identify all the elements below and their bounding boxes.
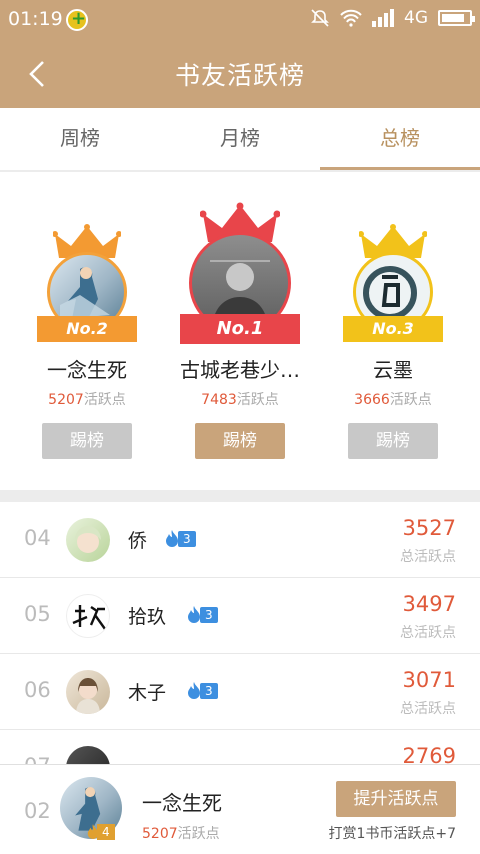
rank-number: 04 — [24, 526, 51, 550]
list-item[interactable]: 06 木子 3 3071 总活跃点 — [0, 654, 480, 730]
tab-weekly[interactable]: 周榜 — [0, 108, 160, 170]
points-label: 总活跃点 — [400, 625, 456, 641]
podium-points: 7483活跃点 — [170, 389, 310, 409]
podium-first: No.1 古城老巷少… 7483活跃点 踢榜 — [170, 202, 310, 459]
level-badge: 3 — [164, 530, 196, 548]
app-notification-icon — [66, 8, 88, 31]
points-value: 7483 — [201, 392, 237, 408]
rank-number: 05 — [24, 602, 51, 626]
list-item[interactable]: 04 侨 3 3527 总活跃点 — [0, 502, 480, 578]
kick-button[interactable]: 踢榜 — [348, 423, 438, 459]
period-tabs: 周榜 月榜 总榜 — [0, 108, 480, 170]
points-value: 5207 — [142, 826, 178, 842]
my-rank-number: 02 — [24, 799, 51, 823]
points-value: 2769 — [402, 744, 456, 764]
list-item[interactable]: 05 拾玖 3 3497 总活跃点 — [0, 578, 480, 654]
rank-ribbon: No.3 — [343, 316, 443, 342]
points-suffix: 活跃点 — [83, 392, 126, 408]
rank-ribbon: No.2 — [37, 316, 137, 342]
mute-bell-icon — [311, 9, 329, 27]
my-rank-bar: 02 4 一念生死 5207活跃点 提升活跃点 打赏1书币活跃点+7 — [0, 764, 480, 854]
level-badge: 3 — [186, 606, 218, 624]
rank-number: 07 — [24, 754, 51, 764]
top-three-podium: No.2 一念生死 5207活跃点 踢榜 No.1 古城老巷少… 7483活跃点… — [0, 172, 480, 490]
page-title: 书友活跃榜 — [174, 61, 305, 90]
boost-activity-button[interactable]: 提升活跃点 — [336, 781, 456, 817]
level-value: 3 — [200, 607, 218, 623]
status-icons: 4G — [310, 8, 475, 28]
signal-icon — [372, 9, 394, 27]
rank-number: 06 — [24, 678, 51, 702]
reward-hint: 打赏1书币活跃点+7 — [328, 826, 456, 842]
avatar[interactable] — [66, 518, 110, 562]
points-value: 3666 — [354, 392, 390, 408]
podium-second: No.2 一念生死 5207活跃点 踢榜 — [22, 224, 152, 459]
user-name: 侨 — [128, 530, 148, 552]
rank-label: No.1 — [216, 318, 264, 339]
list-item[interactable]: 07 2769 — [0, 730, 480, 764]
podium-name: 云墨 — [373, 358, 413, 382]
level-value: 4 — [97, 824, 115, 840]
avatar[interactable] — [66, 594, 110, 638]
points-label: 总活跃点 — [400, 549, 456, 565]
my-points: 5207活跃点 — [142, 823, 220, 843]
rank-ribbon: No.1 — [180, 314, 300, 344]
user-name: 拾玖 — [128, 606, 167, 628]
points-value: 3497 — [402, 592, 456, 616]
podium-points: 3666活跃点 — [328, 389, 458, 409]
points-suffix: 活跃点 — [177, 826, 220, 842]
ranking-list: 04 侨 3 3527 总活跃点 05 拾玖 3 3497 总活跃点 06 木子… — [0, 502, 480, 764]
status-time: 01:19 — [8, 8, 63, 30]
points-value: 5207 — [48, 392, 84, 408]
level-value: 3 — [178, 531, 196, 547]
level-badge: 3 — [186, 682, 218, 700]
points-value: 3071 — [402, 668, 456, 692]
points-suffix: 活跃点 — [236, 392, 279, 408]
podium-points: 5207活跃点 — [22, 389, 152, 409]
my-name: 一念生死 — [142, 791, 222, 815]
wifi-icon — [340, 9, 362, 27]
tab-overall[interactable]: 总榜 — [320, 108, 480, 170]
points-suffix: 活跃点 — [389, 392, 432, 408]
network-type: 4G — [404, 8, 428, 28]
kick-button[interactable]: 踢榜 — [42, 423, 132, 459]
kick-button[interactable]: 踢榜 — [195, 423, 285, 459]
battery-icon — [438, 10, 475, 26]
podium-name: 古城老巷少… — [180, 358, 300, 382]
points-value: 3527 — [402, 516, 456, 540]
podium-third: No.3 云墨 3666活跃点 踢榜 — [328, 224, 458, 459]
tab-monthly[interactable]: 月榜 — [160, 108, 320, 170]
rank-label: No.3 — [372, 319, 414, 338]
navigation-bar: 书友活跃榜 — [0, 40, 480, 108]
rank-label: No.2 — [66, 319, 108, 338]
my-level-badge: 4 — [86, 823, 115, 841]
avatar[interactable] — [66, 746, 110, 764]
user-name: 木子 — [128, 682, 167, 704]
points-label: 总活跃点 — [400, 701, 456, 717]
avatar[interactable] — [66, 670, 110, 714]
podium-name: 一念生死 — [47, 358, 127, 382]
status-bar: 01:19 4G — [0, 0, 480, 40]
level-value: 3 — [200, 683, 218, 699]
